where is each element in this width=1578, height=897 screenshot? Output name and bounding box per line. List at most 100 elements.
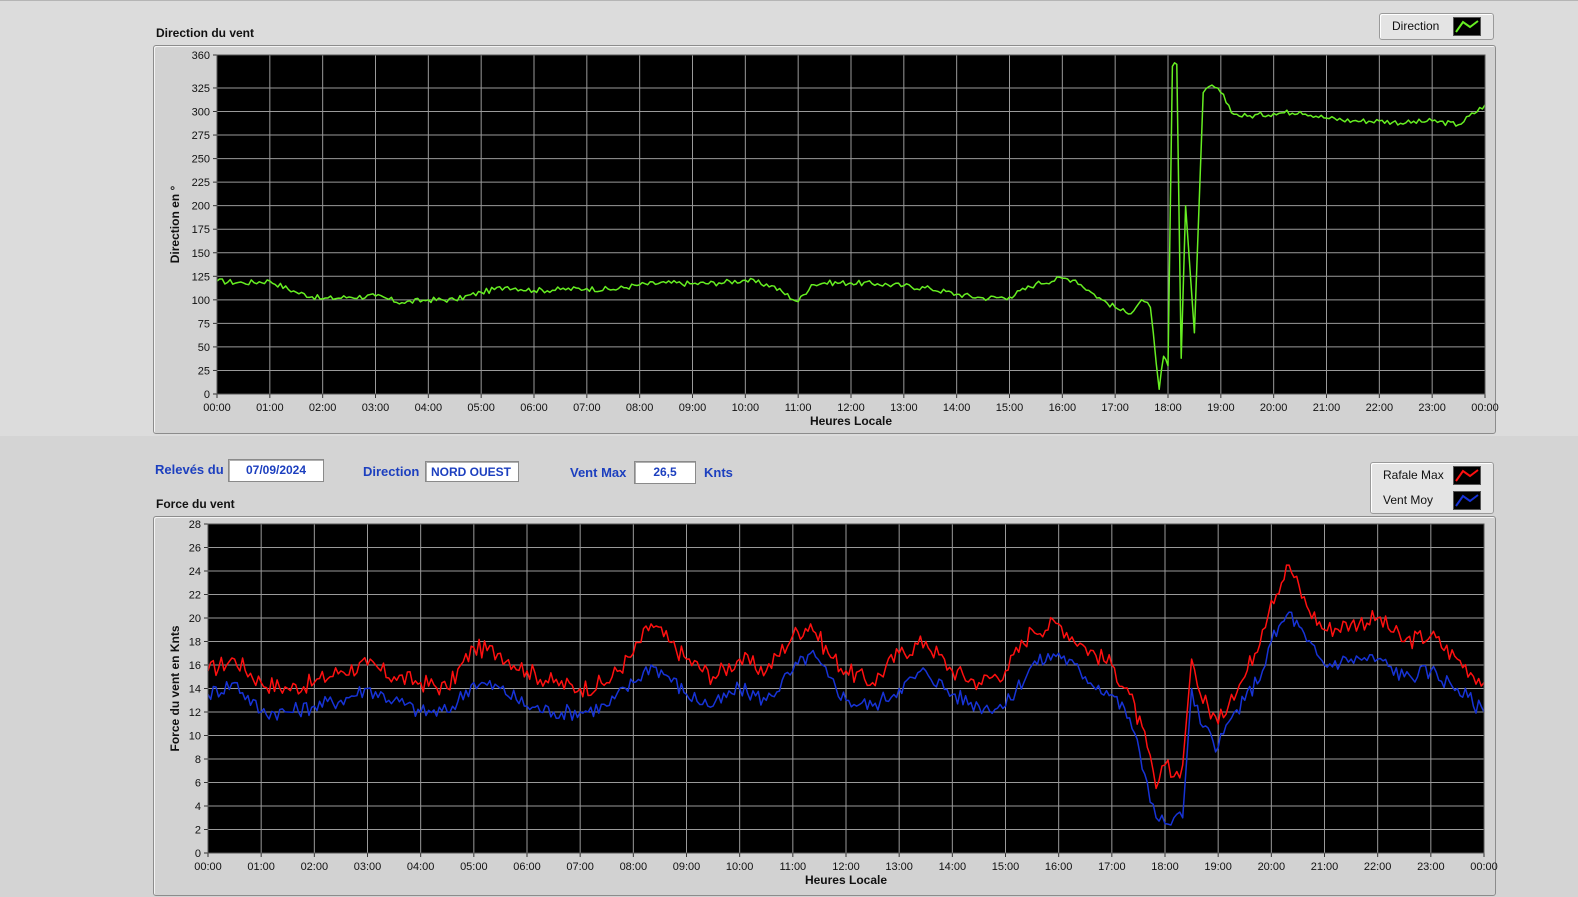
force-chart-title: Force du vent <box>156 497 235 511</box>
x-tick-label: 07:00 <box>573 402 601 414</box>
legend-item-vent[interactable]: Vent Moy <box>1371 488 1493 512</box>
x-tick-label: 02:00 <box>301 861 329 873</box>
y-tick-label: 150 <box>192 248 210 260</box>
x-tick-label: 06:00 <box>513 861 541 873</box>
y-tick-label: 6 <box>195 778 201 790</box>
x-tick-label: 18:00 <box>1154 402 1182 414</box>
y-tick-label: 10 <box>189 731 201 743</box>
x-tick-label: 19:00 <box>1204 861 1232 873</box>
x-tick-label: 22:00 <box>1366 402 1394 414</box>
x-tick-label: 22:00 <box>1364 861 1392 873</box>
x-tick-label: 08:00 <box>620 861 648 873</box>
y-tick-label: 26 <box>189 543 201 555</box>
y-tick-label: 200 <box>192 201 210 213</box>
x-tick-label: 01:00 <box>247 861 275 873</box>
x-tick-label: 17:00 <box>1098 861 1126 873</box>
x-tick-label: 20:00 <box>1260 402 1288 414</box>
x-tick-label: 18:00 <box>1151 861 1179 873</box>
x-tick-label: 12:00 <box>832 861 860 873</box>
x-tick-label: 23:00 <box>1418 402 1446 414</box>
y-tick-label: 20 <box>189 613 201 625</box>
x-tick-label: 19:00 <box>1207 402 1235 414</box>
y-tick-label: 16 <box>189 660 201 672</box>
x-tick-label: 03:00 <box>362 402 390 414</box>
x-tick-label: 15:00 <box>992 861 1020 873</box>
y-tick-label: 14 <box>189 684 201 696</box>
y-tick-label: 8 <box>195 754 201 766</box>
x-tick-label: 05:00 <box>467 402 495 414</box>
y-tick-label: 4 <box>195 801 201 813</box>
x-tick-label: 10:00 <box>726 861 754 873</box>
force-chart[interactable]: 00:00 01:00 02:00 03:00 04:00 05:00 06:00 07:00… <box>153 516 1498 894</box>
ventmax-label: Vent Max <box>570 465 627 480</box>
x-tick-label: 00:00 <box>194 861 222 873</box>
y-tick-label: 325 <box>192 83 210 95</box>
x-tick-label: 13:00 <box>890 402 918 414</box>
y-tick-label: 18 <box>189 637 201 649</box>
legend-item-direction[interactable]: Direction <box>1380 14 1493 38</box>
y-tick-label: 22 <box>189 590 201 602</box>
y-tick-label: 275 <box>192 130 210 142</box>
x-tick-label: 01:00 <box>256 402 284 414</box>
y-tick-label: 24 <box>189 566 201 578</box>
x-tick-label: 00:00 <box>1470 861 1498 873</box>
line-style-icon <box>1453 466 1481 485</box>
y-tick-label: 28 <box>189 519 201 531</box>
direction-value-field[interactable]: NORD OUEST <box>425 461 519 482</box>
y-tick-label: 125 <box>192 271 210 283</box>
releves-label: Relevés du <box>155 462 224 477</box>
x-tick-label: 07:00 <box>566 861 594 873</box>
x-tick-label: 00:00 <box>203 402 231 414</box>
x-axis-title: Heures Locale <box>810 414 892 428</box>
releves-date-field[interactable]: 07/09/2024 <box>228 459 324 482</box>
x-tick-label: 09:00 <box>673 861 701 873</box>
y-tick-label: 360 <box>192 50 210 62</box>
y-tick-label: 25 <box>198 365 210 377</box>
line-style-icon <box>1453 17 1481 36</box>
y-tick-label: 0 <box>195 848 201 860</box>
direction-chart[interactable]: 00:00 01:00 02:00 03:00 04:00 05:00 06:00 07:00… <box>153 45 1499 432</box>
x-tick-label: 14:00 <box>939 861 967 873</box>
y-tick-label: 2 <box>195 825 201 837</box>
line-style-icon <box>1453 491 1481 510</box>
force-legend[interactable]: Rafale Max Vent Moy <box>1370 462 1494 514</box>
x-tick-label: 21:00 <box>1311 861 1339 873</box>
x-tick-label: 06:00 <box>520 402 548 414</box>
direction-legend[interactable]: Direction <box>1379 13 1494 40</box>
y-tick-label: 100 <box>192 295 210 307</box>
y-tick-label: 225 <box>192 177 210 189</box>
y-tick-label: 175 <box>192 224 210 236</box>
x-tick-label: 20:00 <box>1258 861 1286 873</box>
y-axis-title: Force du vent en Knts <box>168 625 182 751</box>
x-tick-label: 16:00 <box>1049 402 1077 414</box>
direction-chart-title: Direction du vent <box>156 26 255 40</box>
x-tick-label: 16:00 <box>1045 861 1073 873</box>
x-tick-label: 04:00 <box>415 402 443 414</box>
ventmax-value-field[interactable]: 26,5 <box>634 461 696 484</box>
x-tick-label: 05:00 <box>460 861 488 873</box>
x-tick-label: 23:00 <box>1417 861 1445 873</box>
x-tick-label: 11:00 <box>779 861 806 873</box>
x-tick-label: 03:00 <box>354 861 382 873</box>
x-axis-title: Heures Locale <box>805 873 887 887</box>
y-tick-label: 75 <box>198 318 210 330</box>
x-tick-label: 12:00 <box>837 402 865 414</box>
legend-item-rafale[interactable]: Rafale Max <box>1371 463 1493 487</box>
x-tick-label: 11:00 <box>785 402 812 414</box>
x-tick-label: 09:00 <box>679 402 707 414</box>
y-axis-title: Direction en ° <box>168 186 182 264</box>
x-tick-label: 08:00 <box>626 402 654 414</box>
x-tick-label: 14:00 <box>943 402 971 414</box>
legend-label-vent: Vent Moy <box>1383 493 1434 507</box>
y-tick-label: 250 <box>192 154 210 166</box>
x-tick-label: 21:00 <box>1313 402 1341 414</box>
y-tick-label: 300 <box>192 107 210 119</box>
ventmax-unit: Knts <box>704 465 733 480</box>
x-tick-label: 17:00 <box>1101 402 1129 414</box>
y-tick-label: 0 <box>204 389 210 401</box>
x-tick-label: 02:00 <box>309 402 337 414</box>
direction-label: Direction <box>363 464 420 479</box>
x-tick-label: 15:00 <box>996 402 1024 414</box>
legend-label-direction: Direction <box>1392 19 1440 33</box>
x-tick-label: 10:00 <box>732 402 760 414</box>
